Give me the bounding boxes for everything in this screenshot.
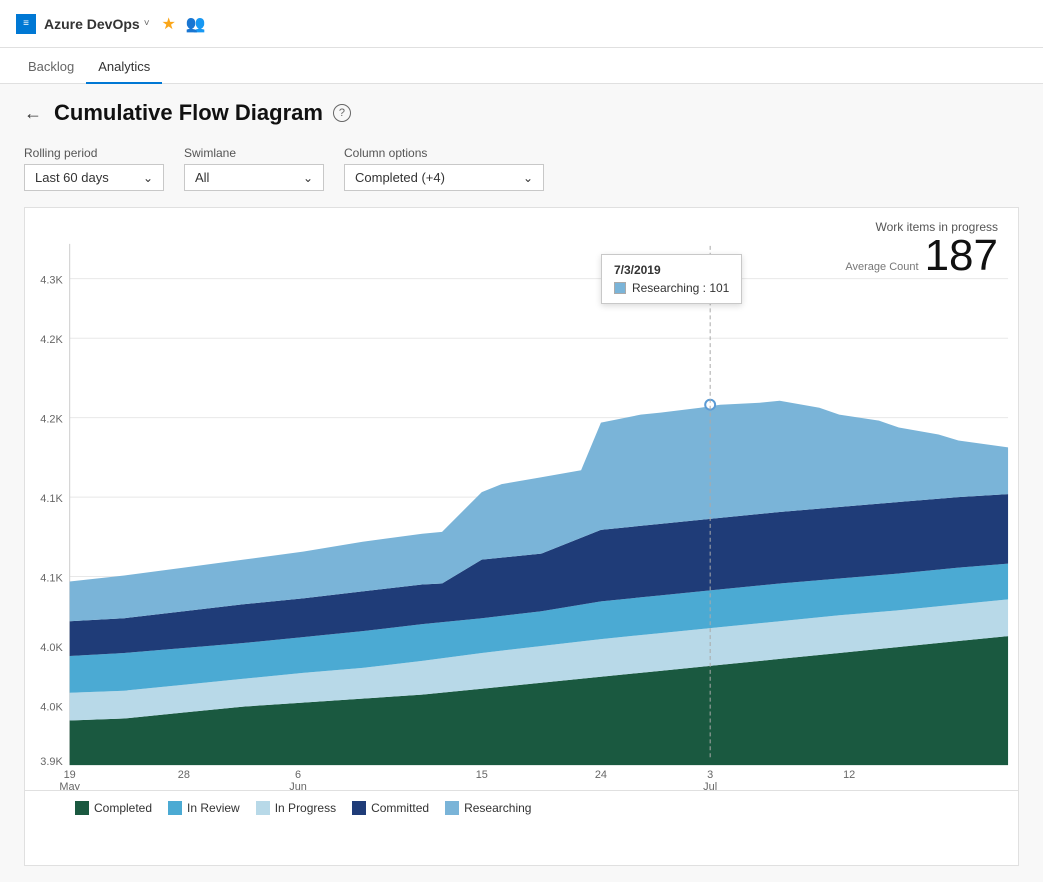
star-icon[interactable]: ★ [162,14,176,34]
svg-text:4.3K: 4.3K [40,275,63,287]
svg-text:12: 12 [843,769,855,781]
swimlane-group: Swimlane All ⌄ [184,146,324,191]
legend-swatch-in-review [168,801,182,815]
svg-text:4.2K: 4.2K [40,334,63,346]
back-icon[interactable]: ← [24,103,42,124]
legend-item-completed: Completed [75,801,152,815]
rolling-period-label: Rolling period [24,146,164,160]
help-icon[interactable]: ? [333,104,351,122]
legend-item-in-review: In Review [168,801,240,815]
chart-container: Work items in progress Average Count 187… [24,207,1019,866]
legend-swatch-researching [445,801,459,815]
legend-swatch-completed [75,801,89,815]
swimlane-select[interactable]: All ⌄ [184,164,324,191]
page-title: Cumulative Flow Diagram [54,100,323,126]
rolling-period-select[interactable]: Last 60 days ⌄ [24,164,164,191]
rolling-period-value: Last 60 days [35,170,109,185]
rolling-period-group: Rolling period Last 60 days ⌄ [24,146,164,191]
nav-tabs: Backlog Analytics [0,48,1043,84]
legend-label-in-review: In Review [187,801,240,815]
swimlane-label: Swimlane [184,146,324,160]
app-title: Azure DevOps [44,16,140,32]
swimlane-chevron: ⌄ [303,171,313,185]
svg-text:3.9K: 3.9K [40,756,63,768]
chevron-down-icon[interactable]: ˅ [144,18,150,29]
page-content: ← Cumulative Flow Diagram ? Rolling peri… [0,84,1043,882]
filters-row: Rolling period Last 60 days ⌄ Swimlane A… [24,146,1019,191]
svg-text:4.1K: 4.1K [40,572,63,584]
svg-text:28: 28 [178,769,190,781]
svg-text:24: 24 [595,769,607,781]
legend-label-completed: Completed [94,801,152,815]
svg-text:15: 15 [476,769,488,781]
legend-label-in-progress: In Progress [275,801,336,815]
column-options-chevron: ⌄ [523,171,533,185]
chart-svg-wrapper: 4.3K 4.2K 4.2K 4.1K 4.1K 4.0K 4.0K 3.9K [25,224,1018,790]
svg-text:19: 19 [64,769,76,781]
column-options-select[interactable]: Completed (+4) ⌄ [344,164,544,191]
legend-item-committed: Committed [352,801,429,815]
svg-text:Jun: Jun [289,781,307,790]
rolling-period-chevron: ⌄ [143,171,153,185]
tab-backlog[interactable]: Backlog [16,51,86,84]
person-icon[interactable]: 👥 [186,14,206,34]
svg-text:4.1K: 4.1K [40,493,63,505]
svg-text:6: 6 [295,769,301,781]
legend-item-in-progress: In Progress [256,801,336,815]
svg-text:Jul: Jul [703,781,717,790]
legend-item-researching: Researching [445,801,531,815]
chart-legend: Completed In Review In Progress Committe… [25,790,1018,825]
svg-text:4.0K: 4.0K [40,642,63,654]
app-logo-icon: ≡ [16,14,36,34]
tab-analytics[interactable]: Analytics [86,51,162,84]
legend-label-committed: Committed [371,801,429,815]
svg-text:May: May [59,781,80,790]
page-title-row: ← Cumulative Flow Diagram ? [24,100,1019,126]
column-options-label: Column options [344,146,544,160]
svg-text:4.0K: 4.0K [40,702,63,714]
column-options-group: Column options Completed (+4) ⌄ [344,146,544,191]
legend-swatch-in-progress [256,801,270,815]
legend-label-researching: Researching [464,801,531,815]
svg-text:4.2K: 4.2K [40,414,63,426]
chart-svg: 4.3K 4.2K 4.2K 4.1K 4.1K 4.0K 4.0K 3.9K [25,224,1018,790]
legend-swatch-committed [352,801,366,815]
app-header: ≡ Azure DevOps ˅ ★ 👥 [0,0,1043,48]
column-options-value: Completed (+4) [355,170,445,185]
svg-text:3: 3 [707,769,713,781]
swimlane-value: All [195,170,209,185]
